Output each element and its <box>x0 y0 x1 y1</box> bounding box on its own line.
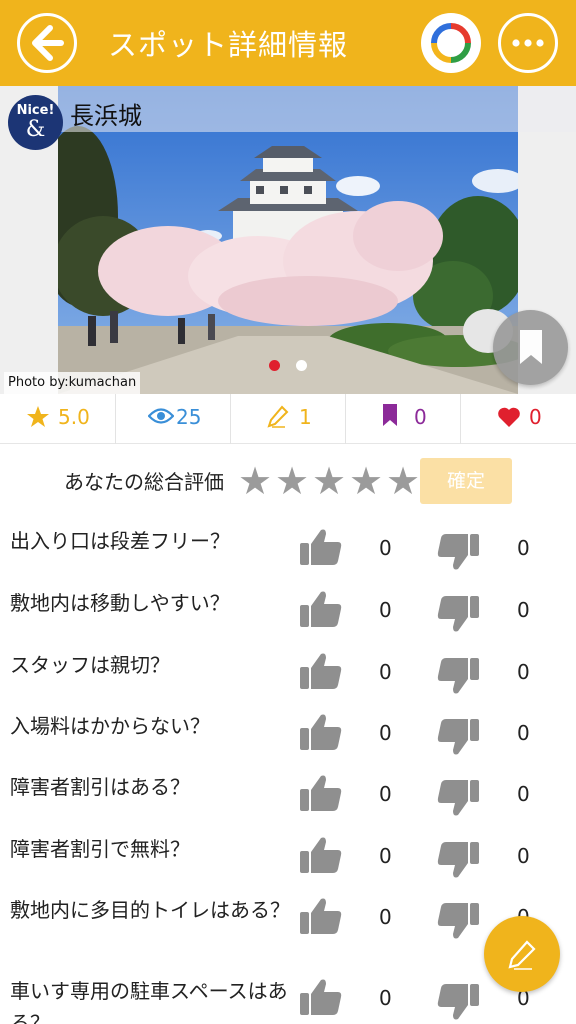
nice-badge-text: Nice! <box>16 103 55 118</box>
thumbs-down-button[interactable] <box>436 901 480 945</box>
thumbs-up-button[interactable] <box>299 712 343 756</box>
thumbs-up-button[interactable] <box>299 896 343 940</box>
thumbs-up-button[interactable] <box>299 527 343 571</box>
question-text: 障害者割引はある？ <box>10 775 190 799</box>
question-text: 障害者割引で無料？ <box>10 837 190 861</box>
star-icon <box>27 406 49 427</box>
carousel-dot-active[interactable] <box>269 360 280 371</box>
yes-count: 0 <box>379 536 392 560</box>
pencil-icon <box>508 940 536 970</box>
thumbs-down-icon <box>437 658 479 694</box>
thumbs-down-button[interactable] <box>436 717 480 761</box>
spot-name: 長浜城 <box>70 102 142 130</box>
rating-star-4[interactable]: ★ <box>349 462 383 500</box>
spot-photo[interactable] <box>58 86 518 394</box>
castle-photo-image <box>58 86 518 394</box>
bookmark-icon <box>383 404 397 426</box>
thumbs-down-icon <box>437 534 479 570</box>
thumbs-down-icon <box>437 719 479 755</box>
stat-views-value: 25 <box>176 405 202 429</box>
rating-star-1[interactable]: ★ <box>238 462 272 500</box>
thumbs-up-icon <box>300 653 342 689</box>
thumbs-up-icon <box>300 979 342 1015</box>
multicolor-ring-icon <box>431 23 471 63</box>
eye-icon <box>148 408 174 424</box>
yes-count: 0 <box>379 782 392 806</box>
rating-star-3[interactable]: ★ <box>312 462 346 500</box>
rating-star-2[interactable]: ★ <box>275 462 309 500</box>
arrow-left-icon <box>32 25 64 61</box>
thumbs-up-icon <box>300 775 342 811</box>
stat-reviews-value: 1 <box>299 405 312 429</box>
page-title: スポット詳細情報 <box>108 28 349 62</box>
yes-count: 0 <box>379 598 392 622</box>
stat-rating: 5.0 <box>0 394 115 444</box>
stat-rating-value: 5.0 <box>58 405 90 429</box>
no-count: 0 <box>517 844 530 868</box>
rating-star-5[interactable]: ★ <box>386 462 420 500</box>
stat-likes-value: 0 <box>529 405 542 429</box>
question-text: 入場料はかからない？ <box>10 714 210 738</box>
thumbs-down-button[interactable] <box>436 778 480 822</box>
bookmark-icon <box>520 330 542 364</box>
yes-count: 0 <box>379 986 392 1010</box>
yes-count: 0 <box>379 660 392 684</box>
thumbs-down-icon <box>437 842 479 878</box>
question-text: 車いす専用の駐車スペースはある？ <box>10 979 288 1024</box>
carousel-dot[interactable] <box>296 360 307 371</box>
no-count: 0 <box>517 721 530 745</box>
thumbs-down-icon <box>437 596 479 632</box>
no-count: 0 <box>517 536 530 560</box>
thumbs-down-icon <box>437 780 479 816</box>
thumbs-up-button[interactable] <box>299 835 343 879</box>
thumbs-down-icon <box>437 903 479 939</box>
heart-icon <box>498 407 520 427</box>
thumbs-down-button[interactable] <box>436 594 480 638</box>
more-menu-button[interactable] <box>498 13 558 73</box>
thumbs-down-button[interactable] <box>436 840 480 884</box>
app-header: スポット詳細情報 <box>0 0 576 86</box>
question-text: 敷地内は移動しやすい？ <box>10 591 230 615</box>
back-button[interactable] <box>17 13 77 73</box>
stat-bookmarks: 0 <box>345 394 460 444</box>
stat-reviews: 1 <box>230 394 345 444</box>
yes-count: 0 <box>379 844 392 868</box>
bookmark-button[interactable] <box>493 310 568 385</box>
share-button[interactable] <box>421 13 481 73</box>
thumbs-up-icon <box>300 898 342 934</box>
thumbs-up-button[interactable] <box>299 977 343 1021</box>
no-count: 0 <box>517 782 530 806</box>
stat-views: 25 <box>115 394 230 444</box>
ellipsis-icon <box>512 39 544 47</box>
no-count: 0 <box>517 660 530 684</box>
question-text: スタッフは親切？ <box>10 653 170 677</box>
stats-bar: 5.0 25 1 0 0 <box>0 394 576 444</box>
stat-likes: 0 <box>460 394 576 444</box>
thumbs-up-icon <box>300 837 342 873</box>
thumbs-down-icon <box>437 984 479 1020</box>
nice-badge-symbol: & <box>25 117 46 142</box>
thumbs-up-button[interactable] <box>299 651 343 695</box>
question-text: 敷地内に多目的トイレはある？ <box>10 898 290 922</box>
thumbs-up-icon <box>300 591 342 627</box>
confirm-button[interactable]: 確定 <box>420 458 512 504</box>
yes-count: 0 <box>379 905 392 929</box>
no-count: 0 <box>517 598 530 622</box>
thumbs-down-button[interactable] <box>436 532 480 576</box>
thumbs-up-icon <box>300 529 342 565</box>
photo-credit: Photo by:kumachan <box>4 372 141 394</box>
nice-badge: Nice! & <box>8 95 63 150</box>
stat-bookmarks-value: 0 <box>414 405 427 429</box>
thumbs-down-button[interactable] <box>436 656 480 700</box>
rating-label: あなたの総合評価 <box>64 470 224 494</box>
thumbs-up-button[interactable] <box>299 773 343 817</box>
question-text: 出入り口は段差フリー？ <box>10 529 230 553</box>
yes-count: 0 <box>379 721 392 745</box>
thumbs-up-button[interactable] <box>299 589 343 633</box>
write-review-button[interactable] <box>484 916 560 992</box>
thumbs-up-icon <box>300 714 342 750</box>
thumbs-down-button[interactable] <box>436 982 480 1024</box>
pencil-icon <box>267 405 289 428</box>
